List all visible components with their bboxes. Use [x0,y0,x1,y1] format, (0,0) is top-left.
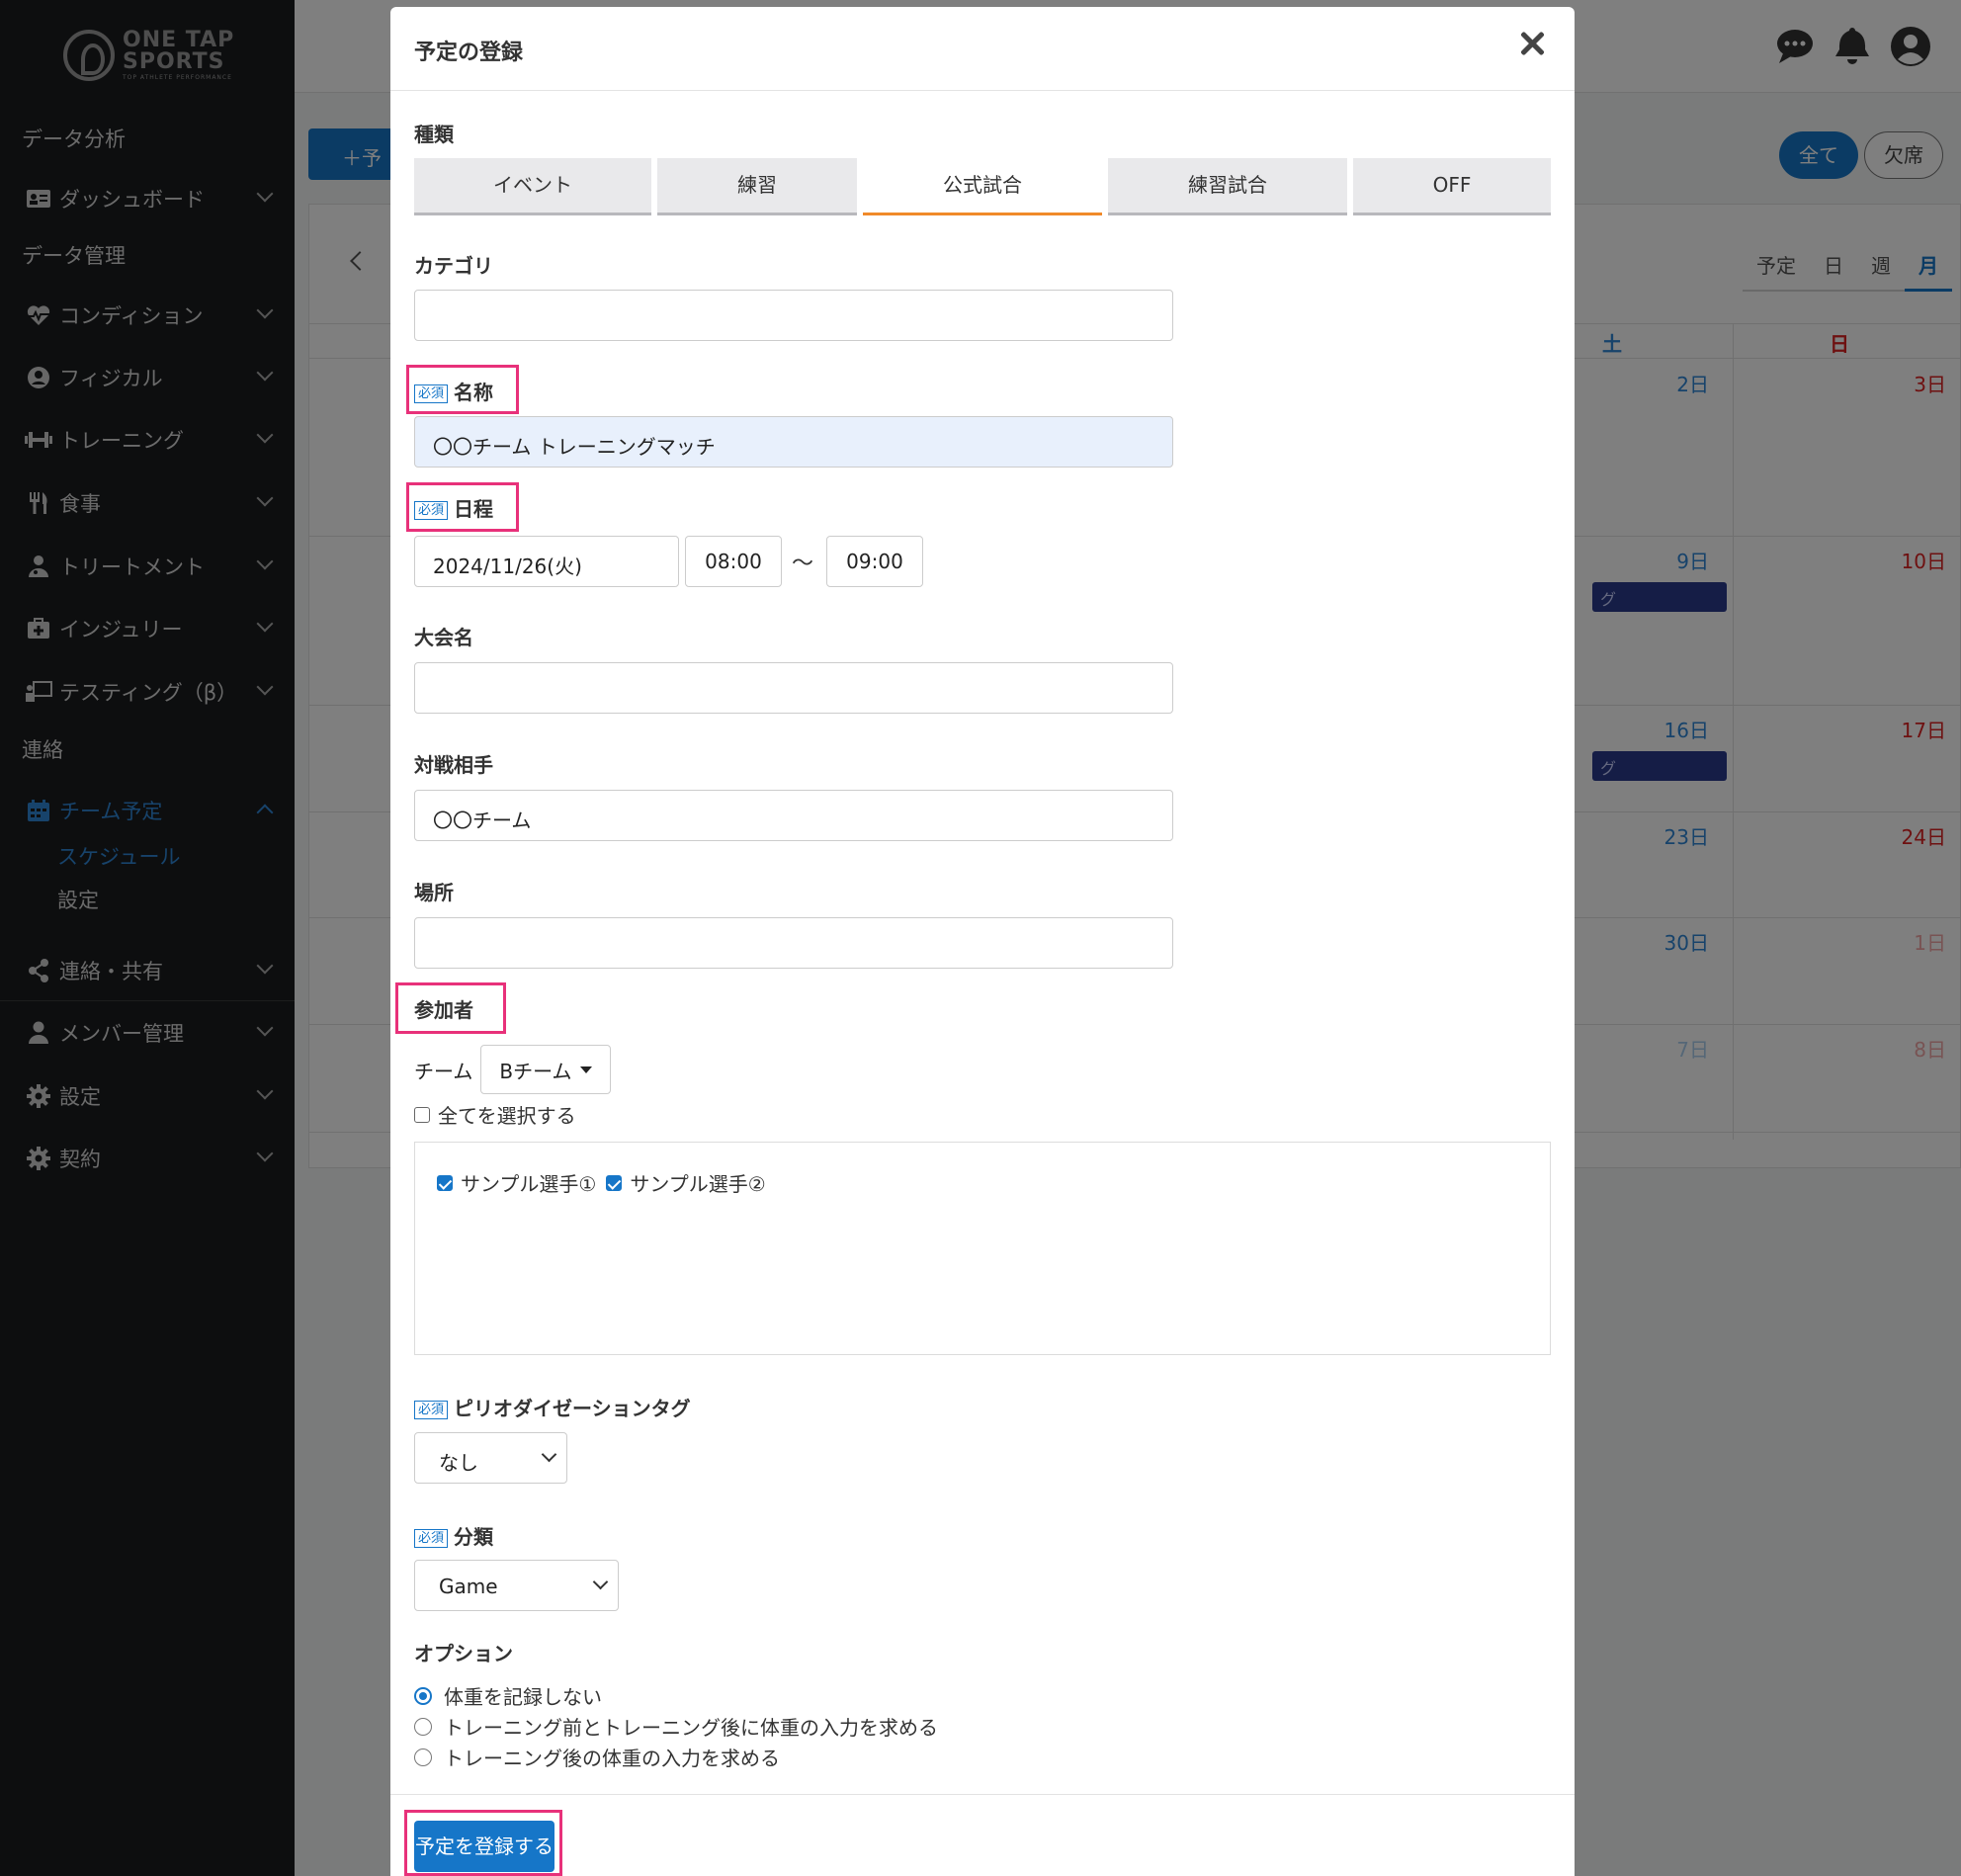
option-label: トレーニング前とトレーニング後に体重の入力を求める [444,1716,938,1740]
place-input[interactable] [414,917,1173,969]
opponent-input[interactable]: 〇〇チーム [414,790,1173,841]
team-row: チーム Bチーム [414,1045,611,1094]
select-all-label: 全てを選択する [438,1104,576,1128]
player-checkbox[interactable] [606,1174,623,1191]
schedule-label-text: 日程 [454,497,494,521]
modal-title: 予定の登録 [414,41,524,65]
start-time-input[interactable]: 08:00 [685,536,782,587]
periodization-select-value: なし [439,1451,478,1475]
modal-footer-divider [390,1794,1575,1795]
name-label: 必須 名称 [414,377,493,405]
type-label: 種類 [414,123,454,146]
place-label: 場所 [414,881,454,904]
classification-select[interactable]: Game [414,1560,619,1611]
player-item[interactable]: サンプル選手① [437,1168,596,1197]
option-no-weight[interactable]: 体重を記録しない [414,1681,602,1710]
tab-off[interactable]: OFF [1353,158,1551,215]
required-badge: 必須 [414,1401,449,1419]
caret-down-icon [579,1066,592,1073]
required-badge: 必須 [414,1529,449,1548]
name-label-text: 名称 [454,381,494,404]
select-all-row[interactable]: 全てを選択する [414,1100,576,1129]
modal-header: 予定の登録 [390,7,1575,91]
time-range-separator: 〜 [792,552,814,576]
option-label: 体重を記録しない [444,1685,602,1709]
option-weight-before-after[interactable]: トレーニング前とトレーニング後に体重の入力を求める [414,1712,938,1741]
tournament-input[interactable] [414,662,1173,714]
chevron-down-icon [541,1446,557,1463]
required-badge: 必須 [414,384,449,403]
tab-practice-match[interactable]: 練習試合 [1108,158,1347,215]
option-radio[interactable] [414,1717,432,1736]
periodization-select[interactable]: なし [414,1432,567,1484]
options-label: オプション [414,1642,513,1665]
periodization-label: 必須 ピリオダイゼーションタグ [414,1393,691,1421]
classification-select-value: Game [439,1575,498,1598]
name-input[interactable]: 〇〇チーム トレーニングマッチ [414,416,1173,468]
category-input[interactable] [414,290,1173,341]
players-list: サンプル選手① サンプル選手② [414,1142,1551,1355]
category-label: カテゴリ [414,254,493,278]
end-time-input[interactable]: 09:00 [826,536,923,587]
close-icon[interactable] [1517,29,1547,58]
classification-label-text: 分類 [454,1525,494,1549]
player-checkbox[interactable] [437,1174,453,1191]
player-item[interactable]: サンプル選手② [606,1168,766,1197]
option-radio[interactable] [414,1748,432,1766]
tab-event[interactable]: イベント [414,158,651,215]
opponent-label: 対戦相手 [414,753,493,777]
required-badge: 必須 [414,501,449,520]
option-label: トレーニング後の体重の入力を求める [444,1747,780,1770]
periodization-label-text: ピリオダイゼーションタグ [454,1397,691,1420]
tournament-label: 大会名 [414,626,473,649]
date-input[interactable]: 2024/11/26(火) [414,536,679,587]
player-name: サンプル選手① [461,1172,597,1196]
submit-schedule-button[interactable]: 予定を登録する [414,1821,554,1872]
option-radio[interactable] [414,1686,432,1705]
chevron-down-icon [592,1574,609,1590]
schedule-registration-modal: 予定の登録 種類 イベント 練習 公式試合 練習試合 OFF カテゴリ 必須 名称… [390,7,1575,1876]
participants-label: 参加者 [414,998,473,1022]
schedule-label: 必須 日程 [414,493,493,522]
type-tabs: イベント 練習 公式試合 練習試合 OFF [414,158,1551,215]
classification-label: 必須 分類 [414,1521,493,1550]
option-weight-after[interactable]: トレーニング後の体重の入力を求める [414,1743,780,1771]
team-label: チーム [414,1059,473,1083]
select-all-checkbox[interactable] [414,1106,430,1123]
tab-practice[interactable]: 練習 [657,158,857,215]
player-name: サンプル選手② [630,1172,766,1196]
team-dropdown[interactable]: Bチーム [480,1045,611,1094]
tab-official-match[interactable]: 公式試合 [863,158,1102,215]
team-dropdown-value: Bチーム [499,1059,572,1083]
